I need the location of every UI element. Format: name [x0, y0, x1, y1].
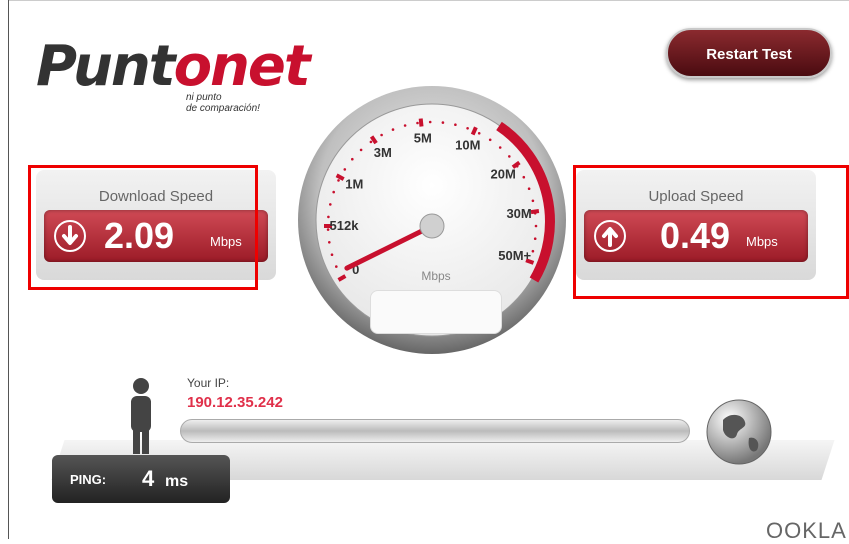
gauge-tick-label: 50M+ [498, 248, 531, 263]
gauge-minor-tick [477, 132, 481, 135]
gauge-tick-label: 10M [455, 138, 480, 153]
gauge-minor-tick [488, 138, 492, 142]
gauge-tick [530, 209, 540, 215]
ping-label: PING: [70, 472, 107, 487]
gauge-minor-tick [515, 165, 519, 168]
gauge-minor-tick [466, 127, 469, 130]
gauge-minor-tick [531, 249, 535, 253]
gauge-minor-tick [343, 168, 347, 171]
logo-tagline: ni punto de comparación! [186, 92, 260, 114]
logo-part2: o [173, 34, 213, 99]
logo-tagline-line1: ni punto [186, 92, 222, 103]
gauge-minor-tick [359, 148, 363, 152]
gauge-minor-tick [328, 241, 331, 244]
gauge-minor-tick [498, 146, 502, 149]
gauge-tick-label: 5M [414, 131, 432, 146]
logo-part1: Punt [36, 34, 176, 99]
gauge-minor-tick [533, 212, 537, 215]
gauge-unit-label: Mbps [421, 269, 450, 283]
gauge-minor-tick [533, 237, 537, 240]
gauge-minor-tick [335, 265, 338, 268]
gauge-minor-tick [332, 190, 335, 194]
puntonet-logo: Puntonet ni punto de comparación! [36, 34, 311, 124]
gauge-minor-tick [531, 199, 535, 203]
gauge-minor-tick [527, 187, 531, 190]
gauge-tick-label: 30M [506, 206, 531, 221]
ping-unit: ms [165, 473, 189, 490]
ookla-logo: OOKLA [766, 518, 847, 543]
gauge-minor-tick [441, 121, 445, 124]
logo-wordmark: Puntonet [36, 34, 311, 99]
gauge-tick-label: 1M [345, 177, 363, 192]
frame-left-border [8, 0, 9, 539]
gauge-minor-tick [508, 155, 511, 158]
gauge-readout-box [370, 290, 502, 334]
gauge-minor-tick [391, 128, 395, 131]
gauge-minor-tick [428, 120, 432, 124]
download-highlight-box [28, 165, 258, 290]
gauge-minor-tick [522, 175, 526, 179]
logo-tagline-line2: de comparación! [186, 103, 260, 114]
gauge-minor-tick [351, 157, 354, 161]
upload-highlight-box [573, 165, 849, 299]
ping-panel: PING: 4 ms [52, 455, 230, 503]
connection-track [180, 419, 690, 443]
gauge-minor-tick [380, 133, 383, 137]
logo-part3: net [210, 34, 311, 99]
ip-address: 190.12.35.242 [187, 394, 283, 411]
gauge-minor-tick [337, 179, 340, 182]
gauge-tick-label: 20M [491, 166, 516, 181]
gauge-minor-tick [403, 124, 407, 127]
gauge-minor-tick [329, 203, 332, 206]
gauge-hub [419, 213, 445, 239]
gauge-minor-tick [340, 276, 344, 280]
gauge-tick-label: 3M [374, 145, 392, 160]
gauge-minor-tick [330, 253, 334, 256]
restart-test-button[interactable]: Restart Test [666, 28, 832, 78]
gauge-minor-tick [534, 224, 538, 228]
globe-icon [706, 399, 772, 465]
gauge-minor-tick [454, 123, 457, 126]
gauge-minor-tick [416, 121, 419, 125]
gauge-minor-tick [369, 140, 373, 144]
user-icon [131, 378, 151, 454]
your-ip-label: Your IP: [187, 376, 230, 390]
gauge-tick [418, 118, 424, 127]
frame-top-border [8, 0, 849, 1]
gauge-tick-label: 512k [330, 218, 360, 233]
ping-value: 4 [142, 466, 155, 491]
